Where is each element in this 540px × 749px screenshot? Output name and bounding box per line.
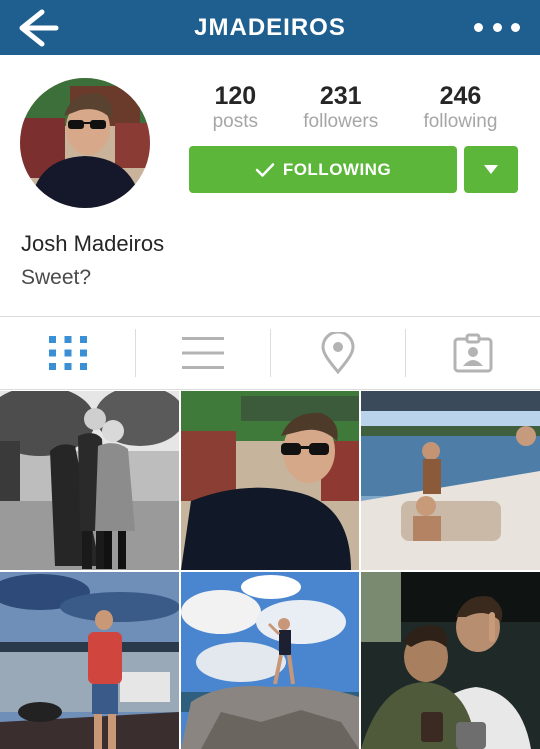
- photo-tile[interactable]: [181, 391, 359, 570]
- following-stat[interactable]: 246 following: [423, 82, 497, 134]
- tab-list-view[interactable]: [135, 317, 270, 389]
- profile-avatar[interactable]: [20, 78, 150, 208]
- list-icon: [181, 337, 224, 369]
- grid-icon: [48, 336, 87, 370]
- more-options-button[interactable]: [474, 10, 520, 44]
- back-button[interactable]: [14, 6, 62, 50]
- followers-label: followers: [303, 111, 379, 132]
- photo-tile[interactable]: [361, 391, 540, 570]
- couple-bw-photo: [0, 391, 179, 570]
- photo-tile[interactable]: [361, 572, 540, 749]
- photo-tile[interactable]: [0, 391, 179, 570]
- following-button-label: FOLLOWING: [282, 159, 392, 179]
- posts-label: posts: [212, 111, 259, 132]
- photo-grid: [0, 391, 540, 749]
- boat-ride-photo: [361, 391, 540, 570]
- profile-full-name: Josh Madeiros: [21, 231, 165, 256]
- photo-tile[interactable]: [181, 572, 359, 749]
- tab-grid-view[interactable]: [0, 317, 135, 389]
- caret-down-icon: [484, 164, 498, 174]
- tab-tagged-view[interactable]: [405, 317, 540, 389]
- tagged-user-icon: [453, 333, 492, 373]
- selfie-sunglasses-photo: [181, 391, 359, 570]
- location-pin-icon: [320, 332, 355, 374]
- following-button[interactable]: FOLLOWING: [189, 146, 457, 193]
- avatar-photo: [20, 78, 150, 208]
- tab-location-view[interactable]: [270, 317, 405, 389]
- following-count: 246: [439, 82, 482, 110]
- suggestions-dropdown-button[interactable]: [464, 146, 518, 193]
- more-dots-icon: [474, 22, 483, 32]
- posts-stat[interactable]: 120 posts: [213, 82, 258, 134]
- back-arrow-icon: [19, 9, 59, 47]
- posts-count: 120: [214, 82, 257, 110]
- top-navigation-bar: JMADEIROS: [0, 0, 540, 55]
- photo-tile[interactable]: [0, 572, 179, 749]
- profile-stats: 120 posts 231 followers 246 following: [190, 82, 520, 134]
- profile-view-tabs: [0, 316, 540, 390]
- more-dot: [511, 22, 520, 32]
- more-dot: [492, 22, 502, 32]
- friends-night-photo: [361, 572, 540, 749]
- harbor-sunset-photo: [0, 572, 179, 749]
- followers-stat[interactable]: 231 followers: [303, 82, 378, 134]
- cliff-jump-photo: [181, 572, 359, 749]
- profile-username-title: JMADEIROS: [194, 13, 346, 41]
- followers-count: 231: [319, 82, 362, 110]
- following-label: following: [423, 111, 498, 132]
- checkmark-icon: [255, 162, 275, 177]
- profile-bio: Sweet?: [21, 266, 92, 289]
